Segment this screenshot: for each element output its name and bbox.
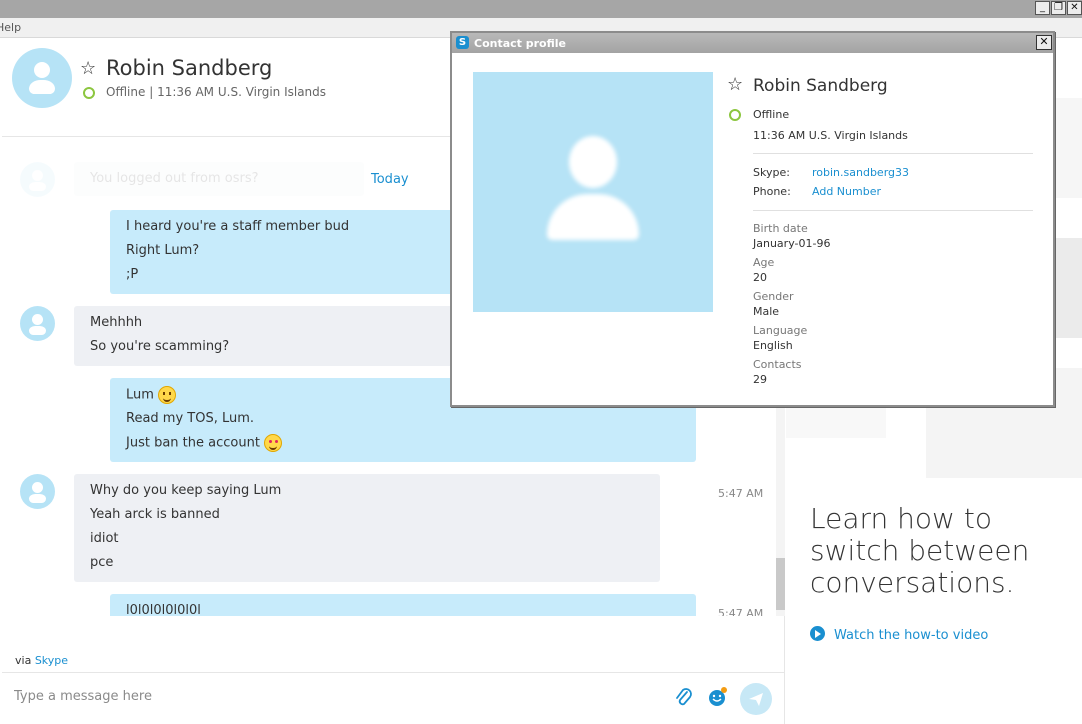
contacts-label: Contacts <box>753 358 802 371</box>
skype-id-link[interactable]: robin.sandberg33 <box>812 166 909 179</box>
restore-button[interactable]: ❐ <box>1051 1 1066 15</box>
contact-name[interactable]: Robin Sandberg <box>106 56 272 80</box>
message-timestamp: 5:47 AM <box>718 607 764 616</box>
phone-label: Phone: <box>753 185 791 198</box>
watch-video-label: Watch the how-to video <box>834 628 989 643</box>
via-skype-link[interactable]: Skype <box>35 654 68 667</box>
gender-label: Gender <box>753 290 794 303</box>
language-label: Language <box>753 324 808 337</box>
emoticon-icon[interactable] <box>707 686 729 708</box>
date-divider: Today <box>371 172 409 187</box>
window-close-button[interactable]: ✕ <box>1067 1 1082 15</box>
dialog-titlebar[interactable]: S Contact profile ✕ <box>452 33 1053 53</box>
message-text: idiot <box>90 531 119 546</box>
offline-status-icon <box>729 109 741 121</box>
minimize-button[interactable]: _ <box>1035 1 1050 15</box>
via-line: via Skype <box>15 654 68 667</box>
message-text: You logged out from osrs? <box>90 171 259 186</box>
age-label: Age <box>753 256 775 269</box>
via-prefix: via <box>15 654 32 667</box>
profile-photo <box>473 72 713 312</box>
send-icon <box>749 693 763 706</box>
profile-local-time: 11:36 AM U.S. Virgin Islands <box>753 129 908 142</box>
age-value: 20 <box>753 271 767 284</box>
compose-bar <box>2 672 785 724</box>
contact-status-line: Offline | 11:36 AM U.S. Virgin Islands <box>106 85 326 99</box>
window-titlebar: _ ❐ ✕ <box>0 0 1082 18</box>
birth-date-label: Birth date <box>753 222 808 235</box>
profile-placeholder-body <box>547 194 639 240</box>
message-bubble-outgoing[interactable]: l0l0l0l0l0l0l <box>110 594 696 616</box>
add-number-link[interactable]: Add Number <box>812 185 881 198</box>
skype-logo-icon: S <box>456 36 469 49</box>
message-text: l0l0l0l0l0l0l <box>126 603 201 616</box>
menu-help[interactable]: Help <box>0 21 21 34</box>
dialog-close-button[interactable]: ✕ <box>1036 35 1052 50</box>
message-timestamp: 5:47 AM <box>718 487 764 500</box>
divider <box>753 153 1033 154</box>
contact-profile-dialog: S Contact profile ✕ ☆ Robin Sandberg Off… <box>450 31 1055 407</box>
language-value: English <box>753 339 793 352</box>
tips-headline: Learn how to switch between conversation… <box>810 502 1030 599</box>
heart-eyes-emoji-icon <box>263 434 282 452</box>
faded-message-bubble: You logged out from osrs? <box>74 162 364 196</box>
contact-status: Offline <box>106 85 146 99</box>
contact-avatar-small[interactable] <box>20 474 55 509</box>
message-text: Lum <box>126 387 154 403</box>
contact-avatar-small <box>20 162 55 197</box>
scrollbar-thumb[interactable] <box>776 558 785 610</box>
divider <box>753 210 1033 211</box>
smile-emoji-icon <box>157 386 176 404</box>
watch-video-link[interactable]: Watch the how-to video <box>810 626 988 643</box>
message-input[interactable] <box>14 689 614 704</box>
gender-value: Male <box>753 305 780 318</box>
star-outline-icon[interactable]: ☆ <box>80 58 96 79</box>
window-controls: _ ❐ ✕ <box>1035 1 1082 15</box>
message-text: Just ban the account <box>126 435 260 451</box>
profile-name: Robin Sandberg <box>753 76 888 96</box>
dialog-title: Contact profile <box>474 37 566 50</box>
message-text: Read my TOS, Lum. <box>126 411 255 426</box>
play-icon <box>810 626 825 641</box>
birth-date-value: January-01-96 <box>753 237 831 250</box>
contact-avatar[interactable] <box>12 48 72 108</box>
contacts-value: 29 <box>753 373 767 386</box>
star-outline-icon[interactable]: ☆ <box>727 74 743 95</box>
send-button[interactable] <box>740 683 772 715</box>
profile-status: Offline <box>753 108 790 121</box>
profile-placeholder-head <box>569 136 617 188</box>
offline-status-icon <box>83 87 95 99</box>
message-bubble-incoming[interactable]: Why do you keep saying Lum Yeah arck is … <box>74 474 660 582</box>
contact-avatar-small[interactable] <box>20 306 55 341</box>
message-text: Yeah arck is banned <box>90 507 220 522</box>
message-text: pce <box>90 555 114 570</box>
paperclip-icon[interactable] <box>674 687 694 709</box>
message-text: Why do you keep saying Lum <box>90 483 282 498</box>
skype-label: Skype: <box>753 166 790 179</box>
status-separator: | <box>149 85 154 99</box>
contact-local-time: 11:36 AM U.S. Virgin Islands <box>157 85 327 99</box>
